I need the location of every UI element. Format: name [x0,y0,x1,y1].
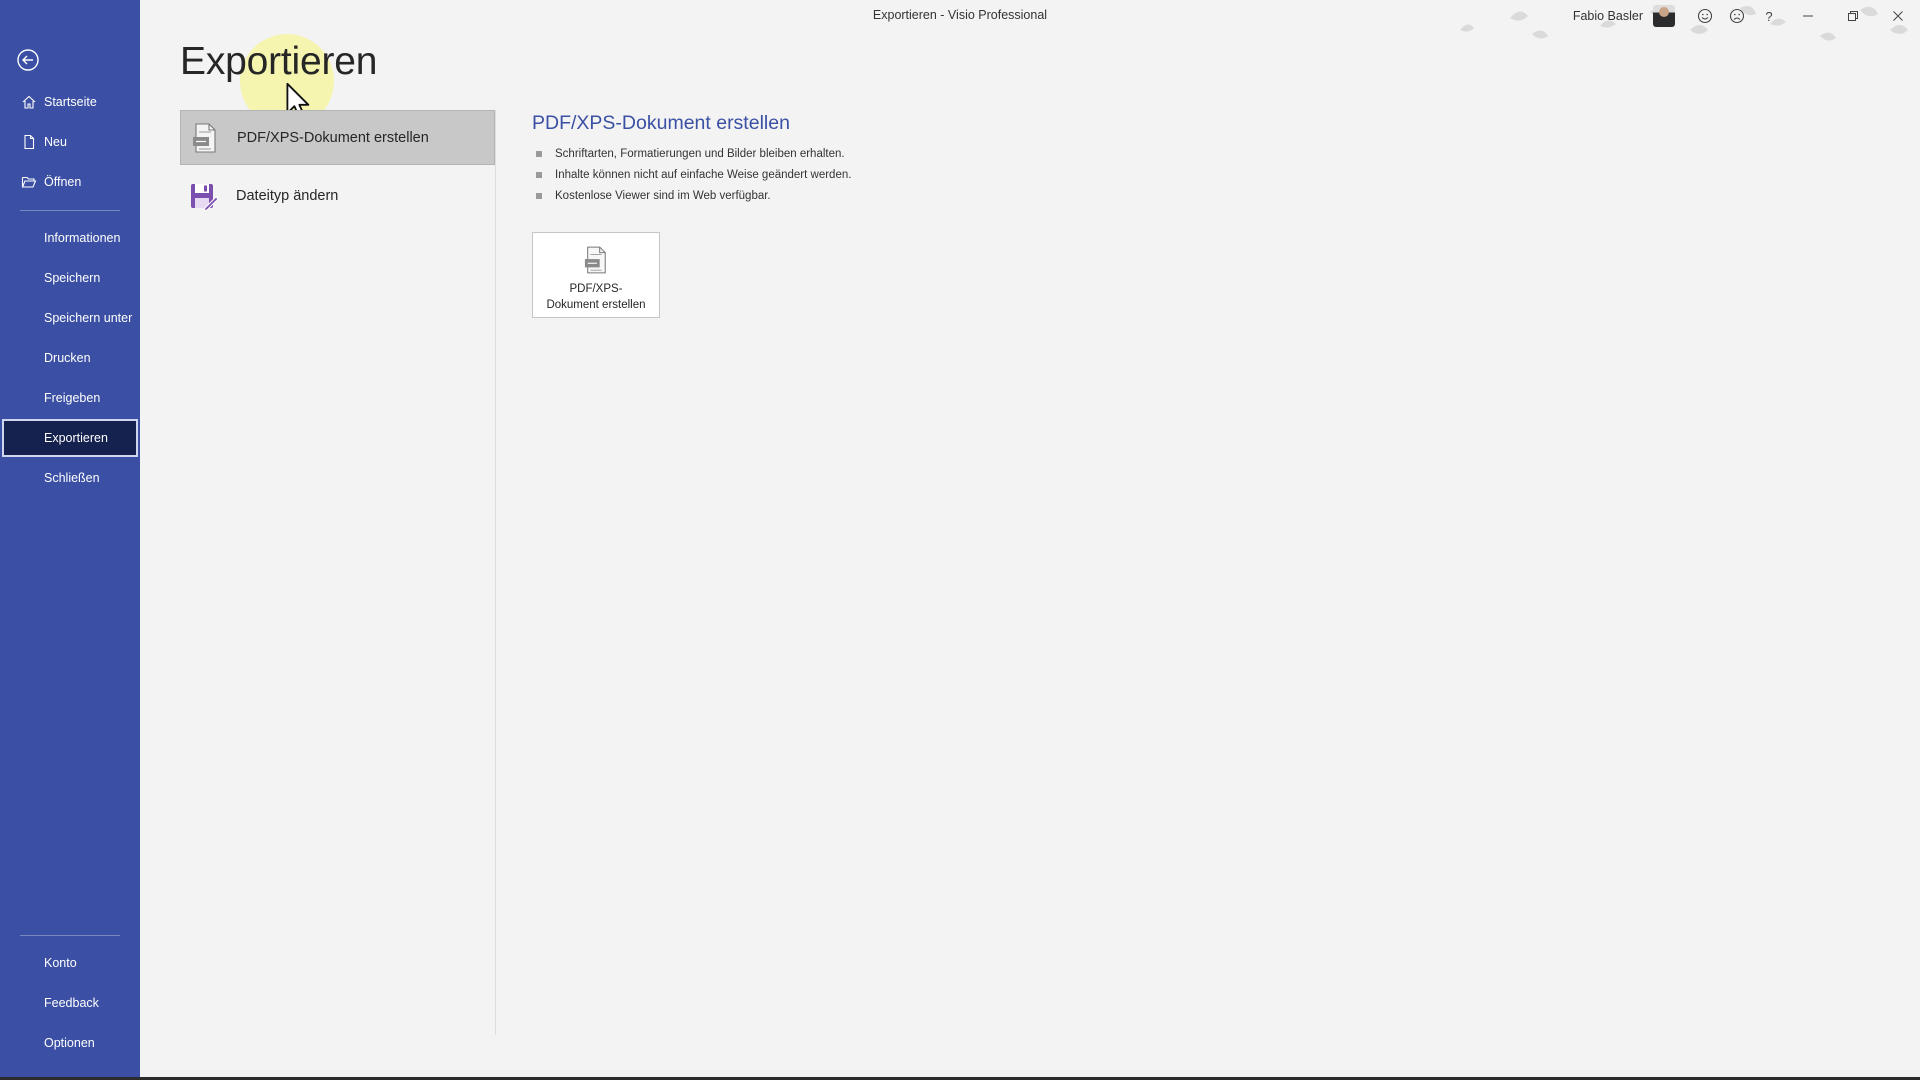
create-pdf-xps-button[interactable]: PDF/XPS- Dokument erstellen [532,232,660,318]
nav-item-speichern[interactable]: Speichern [2,259,138,297]
folder-open-icon [20,173,38,191]
bullet-item: Kostenlose Viewer sind im Web verfügbar. [532,185,851,206]
nav-label: Speichern unter [44,311,133,325]
nav-item-informationen[interactable]: Informationen [2,219,138,257]
nav-item-optionen[interactable]: Optionen [2,1024,138,1062]
help-button[interactable]: ? [1753,4,1785,28]
change-filetype-icon [188,180,220,212]
button-label: PDF/XPS- Dokument erstellen [546,283,646,311]
restore-icon [1847,11,1858,21]
nav-label: Feedback [44,996,99,1010]
nav-item-konto[interactable]: Konto [2,944,138,982]
option-pdf-xps[interactable]: PDF/XPS-Dokument erstellen [180,110,495,165]
nav-label: Öffnen [44,175,82,189]
nav-label: Startseite [44,95,97,109]
user-name[interactable]: Fabio Basler [1573,9,1643,23]
nav-label: Neu [44,135,67,149]
nav-label: Drucken [44,351,91,365]
nav-label: Freigeben [44,391,101,405]
nav-label: Konto [44,956,77,970]
option-label: PDF/XPS-Dokument erstellen [237,129,429,146]
new-document-icon [20,133,38,151]
back-arrow-icon [17,49,39,71]
sidebar-divider [20,935,120,936]
option-label: Dateityp ändern [236,187,339,204]
option-change-filetype[interactable]: Dateityp ändern [180,168,495,223]
nav-item-drucken[interactable]: Drucken [2,339,138,377]
detail-title: PDF/XPS-Dokument erstellen [532,112,790,134]
frown-icon [1729,8,1745,24]
nav-label: Speichern [44,271,101,285]
nav-item-feedback[interactable]: Feedback [2,984,138,1022]
bullet-item: Schriftarten, Formatierungen und Bilder … [532,143,851,164]
pdf-document-icon [584,245,608,275]
backstage-sidebar: Startseite Neu Öffnen Informationen Spei… [0,0,140,1080]
export-options-list: PDF/XPS-Dokument erstellen Dateityp ände… [180,110,496,1035]
close-button[interactable] [1875,4,1920,28]
sidebar-divider [20,210,120,211]
minimize-icon [1802,15,1813,17]
home-icon [20,93,38,111]
nav-label: Optionen [44,1036,95,1050]
page-title: Exportieren [180,40,378,83]
titlebar-controls: Fabio Basler ? [1573,4,1920,28]
nav-item-schliessen[interactable]: Schließen [2,459,138,497]
nav-item-exportieren[interactable]: Exportieren [2,419,138,457]
nav-item-freigeben[interactable]: Freigeben [2,379,138,417]
nav-item-oeffnen[interactable]: Öffnen [2,163,138,201]
pdf-document-icon [189,122,221,154]
nav-item-speichern-unter[interactable]: Speichern unter [2,299,138,337]
nav-item-neu[interactable]: Neu [2,123,138,161]
back-button[interactable] [14,46,42,74]
smile-icon [1697,8,1713,24]
nav-item-startseite[interactable]: Startseite [2,83,138,121]
smile-feedback-button[interactable] [1689,4,1721,28]
avatar[interactable] [1653,5,1675,27]
nav-label: Informationen [44,231,121,245]
export-detail-pane: PDF/XPS-Dokument erstellen Schriftarten,… [532,112,851,206]
frown-feedback-button[interactable] [1721,4,1753,28]
help-icon: ? [1765,8,1773,24]
nav-label: Schließen [44,471,100,485]
minimize-button[interactable] [1785,4,1830,28]
nav-label: Exportieren [44,431,108,445]
restore-button[interactable] [1830,4,1875,28]
close-icon [1892,11,1903,21]
bullet-item: Inhalte können nicht auf einfache Weise … [532,164,851,185]
